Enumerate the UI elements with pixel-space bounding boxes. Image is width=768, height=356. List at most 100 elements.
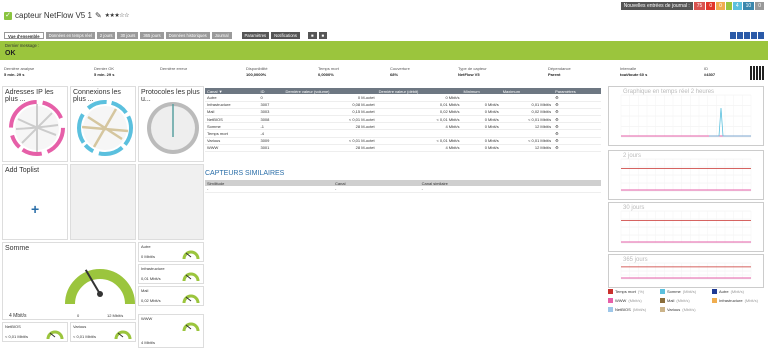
- legend-unit: (Mbit/s): [682, 289, 697, 294]
- gear-icon[interactable]: ⚙: [553, 108, 601, 117]
- gauge-value: 4 Mbit/s: [141, 340, 156, 345]
- table-row[interactable]: Autre 0 0 M-octet 0 Mbit/s ⚙: [205, 94, 601, 102]
- gear-icon[interactable]: ⚙: [553, 129, 601, 138]
- log-badge[interactable]: 0: [716, 2, 725, 10]
- list-icon[interactable]: [737, 32, 743, 39]
- tab-5[interactable]: Données historiques: [165, 32, 210, 39]
- toplist-protocols-panel[interactable]: Protocoles les plus u...: [138, 86, 204, 162]
- grid-icon[interactable]: [730, 32, 736, 39]
- gear-icon[interactable]: ⚙: [553, 122, 601, 131]
- small-gauge-panel: NetBIOS < 0,01 Mbit/s: [2, 322, 68, 342]
- gear-icon[interactable]: ⚙: [553, 144, 601, 153]
- info-value: 5 min. 29 s: [94, 72, 115, 77]
- chart-icon[interactable]: [751, 32, 757, 39]
- priority-stars[interactable]: ★★★☆☆: [105, 12, 130, 19]
- log-badge[interactable]: 75: [693, 2, 706, 10]
- legend-item[interactable]: Somme (Mbit/s): [660, 289, 696, 294]
- table-cell: 12 Mbit/s: [500, 122, 554, 131]
- history-chart[interactable]: Graphique en temps réel 2 heures: [608, 86, 764, 146]
- tab-1[interactable]: Données en temps réel: [45, 32, 95, 39]
- legend-unit: (Mbit/s): [682, 307, 696, 312]
- channel-table: Canal ▼ ID Dernière valeur (volume) Dernièr…: [205, 88, 601, 153]
- info-key: Disponibilité: [246, 66, 268, 71]
- similar-sensors-title: CAPTEURS SIMILAIRES: [205, 170, 285, 177]
- small-gauge-icon: [182, 250, 200, 260]
- info-key: Intervalle: [620, 66, 637, 71]
- table-cell: Autre: [205, 94, 259, 102]
- table-cell: 0,02 Mbit/s: [500, 108, 554, 117]
- info-key: Dernière analyse: [4, 66, 35, 71]
- legend-item[interactable]: Temps mort (%): [608, 289, 644, 294]
- history-chart[interactable]: 30 jours: [608, 202, 764, 252]
- table-cell: 0 Mbit/s: [461, 101, 501, 109]
- gear-icon[interactable]: ■: [307, 32, 317, 39]
- legend-item[interactable]: Mail (Mbit/s): [660, 298, 690, 303]
- tab-8[interactable]: Notifications: [271, 32, 300, 39]
- share-icon[interactable]: [758, 32, 764, 39]
- history-chart[interactable]: 2 jours: [608, 150, 764, 200]
- legend-item[interactable]: NetBIOS (Mbit/s): [608, 307, 646, 312]
- gear-icon[interactable]: ⚙: [553, 94, 601, 102]
- table-row[interactable]: Somme -1 28 M-octet 4 Mbit/s 0 Mbit/s 12 Mbit…: [205, 122, 601, 131]
- toplist-ip-panel[interactable]: Adresses IP les plus ...: [2, 86, 68, 162]
- gauge-name: WWW: [141, 316, 153, 321]
- tab-4[interactable]: 365 jours: [140, 32, 164, 39]
- legend-item[interactable]: Various (Mbit/s): [660, 307, 696, 312]
- gear-icon[interactable]: ⚙: [553, 137, 601, 145]
- pencil-icon[interactable]: ✎: [95, 11, 102, 20]
- table-row[interactable]: Infrastructure 3007 0,08 M-octet 0,01 Mbit/…: [205, 101, 601, 109]
- table-cell: 0 Mbit/s: [461, 108, 501, 117]
- table-row[interactable]: NetBIOS 3008 < 0,01 M-octet < 0,01 Mbit/s 0 …: [205, 115, 601, 124]
- legend-label: WWW: [615, 298, 627, 303]
- gauge-min: 0: [77, 313, 80, 318]
- info-value: tout/toute 60 s: [620, 72, 648, 77]
- gauge-name: Various: [73, 324, 87, 329]
- table-cell: -: [419, 186, 601, 193]
- legend-swatch: [712, 289, 717, 294]
- gear-icon[interactable]: ⚙: [553, 101, 601, 109]
- info-row: Dernière analyse 5 min. 29 s Dernier OK 5 m…: [0, 66, 768, 80]
- legend-item[interactable]: WWW (Mbit/s): [608, 298, 642, 303]
- info-3: Disponibilité 100,0000%: [246, 66, 268, 77]
- info-1: Dernier OK 5 min. 29 s: [94, 66, 114, 77]
- info-4: Temps mort 0,0000%: [318, 66, 339, 77]
- legend-swatch: [608, 298, 613, 303]
- add-toplist-panel[interactable]: Add Toplist +: [2, 164, 68, 240]
- log-badge[interactable]: 4: [732, 2, 742, 10]
- tab-7[interactable]: Paramètres: [241, 32, 270, 39]
- map-icon[interactable]: [744, 32, 750, 39]
- panel-title: Add Toplist: [5, 167, 40, 174]
- legend-item[interactable]: Infrastructure (Mbit/s): [712, 298, 758, 303]
- log-badge[interactable]: 0: [755, 2, 764, 10]
- legend-item[interactable]: Autre (Mbit/s): [712, 289, 744, 294]
- info-value: 5 min. 29 s: [4, 72, 25, 77]
- gauge-name: Mail: [141, 288, 149, 293]
- table-cell: < 0,01 Mbit/s: [376, 137, 462, 145]
- tab-3[interactable]: 30 jours: [117, 32, 139, 39]
- history-chart[interactable]: 365 jours: [608, 254, 764, 288]
- log-badge[interactable]: 0: [706, 2, 716, 10]
- table-cell: [500, 129, 554, 138]
- log-badge[interactable]: [725, 2, 732, 10]
- toplist-connections-panel[interactable]: Connexions les plus ...: [70, 86, 136, 162]
- small-gauge-icon: [182, 294, 200, 304]
- log-badge[interactable]: 10: [742, 2, 755, 10]
- tab-6[interactable]: Journal: [211, 32, 232, 39]
- legend-swatch: [712, 298, 717, 303]
- qr-code: [750, 66, 764, 80]
- trash-icon[interactable]: ■: [318, 32, 328, 39]
- table-row[interactable]: Temps mort -4 ⚙: [205, 129, 601, 138]
- table-row[interactable]: Various 3009 < 0,01 M-octet < 0,01 Mbit/s 0 …: [205, 137, 601, 145]
- legend-swatch: [660, 307, 665, 312]
- table-cell: [500, 94, 554, 102]
- table-cell: Temps mort: [205, 129, 259, 138]
- table-cell: 0,02 Mbit/s: [376, 108, 462, 117]
- tab-2[interactable]: 2 jours: [96, 32, 116, 39]
- table-cell: 0,15 M-octet: [283, 108, 377, 117]
- table-row[interactable]: Mail 3003 0,15 M-octet 0,02 Mbit/s 0 Mbit/s 0…: [205, 108, 601, 117]
- gear-icon[interactable]: ⚙: [553, 115, 601, 124]
- tab-0[interactable]: Vue d'ensemble: [4, 32, 44, 39]
- table-cell: [461, 94, 501, 102]
- plus-icon[interactable]: +: [31, 201, 39, 217]
- table-row[interactable]: WWW 3001 28 M-octet 4 Mbit/s 0 Mbit/s 12 Mbit…: [205, 144, 601, 153]
